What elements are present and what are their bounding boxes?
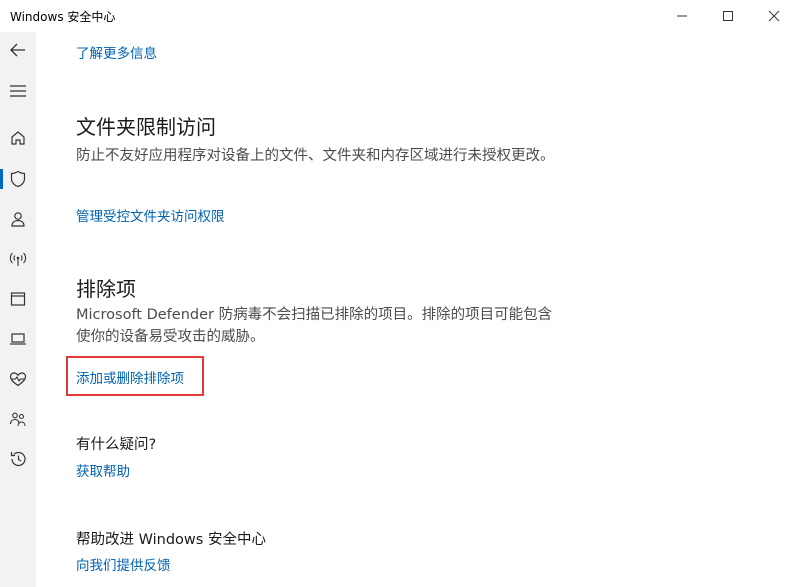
sidebar <box>0 32 36 587</box>
sidebar-item-account[interactable] <box>0 203 36 235</box>
back-button[interactable] <box>0 34 36 66</box>
exclusions-title: 排除项 <box>76 277 136 301</box>
sidebar-item-device-security[interactable] <box>0 323 36 355</box>
family-icon <box>9 412 26 427</box>
wireless-icon <box>9 252 27 266</box>
app-window-icon <box>10 292 26 306</box>
get-help-link[interactable]: 获取帮助 <box>76 460 130 480</box>
close-icon <box>768 10 780 22</box>
heart-pulse-icon <box>9 372 27 387</box>
sidebar-item-protection-history[interactable] <box>0 443 36 475</box>
minimize-button[interactable] <box>659 0 705 32</box>
window-title: Windows 安全中心 <box>10 10 116 24</box>
close-button[interactable] <box>751 0 789 32</box>
history-icon <box>10 451 26 467</box>
title-bar: Windows 安全中心 <box>0 0 789 32</box>
folder-access-title: 文件夹限制访问 <box>76 115 216 139</box>
sidebar-item-app-browser[interactable] <box>0 283 36 315</box>
maximize-button[interactable] <box>705 0 751 32</box>
improve-title: 帮助改进 Windows 安全中心 <box>76 532 266 548</box>
sidebar-item-virus-protection[interactable] <box>0 163 36 195</box>
sidebar-item-device-health[interactable] <box>0 363 36 395</box>
sidebar-item-home[interactable] <box>0 122 36 154</box>
main-content: 了解更多信息 文件夹限制访问 防止不友好应用程序对设备上的文件、文件夹和内存区域… <box>36 32 789 587</box>
sidebar-item-family[interactable] <box>0 403 36 435</box>
questions-title: 有什么疑问? <box>76 437 157 453</box>
menu-button[interactable] <box>0 75 36 107</box>
manage-folder-access-link[interactable]: 管理受控文件夹访问权限 <box>76 205 225 225</box>
minimize-icon <box>677 15 687 17</box>
add-remove-exclusions-link[interactable]: 添加或删除排除项 <box>76 367 184 387</box>
menu-icon <box>10 85 26 97</box>
person-icon <box>11 212 25 227</box>
security-center-window: Windows 安全中心 了解更多信息 文件夹限制访问 防止不友好应用程序对设备… <box>0 0 789 587</box>
maximize-icon <box>723 11 733 21</box>
home-icon <box>11 131 25 145</box>
back-arrow-icon <box>10 43 25 57</box>
shield-icon <box>10 170 26 188</box>
feedback-link[interactable]: 向我们提供反馈 <box>76 554 171 574</box>
sidebar-item-firewall[interactable] <box>0 243 36 275</box>
folder-access-description: 防止不友好应用程序对设备上的文件、文件夹和内存区域进行未授权更改。 <box>76 148 555 164</box>
learn-more-link[interactable]: 了解更多信息 <box>76 42 157 62</box>
exclusions-description: Microsoft Defender 防病毒不会扫描已排除的项目。排除的项目可能… <box>76 307 553 345</box>
laptop-icon <box>10 333 26 345</box>
